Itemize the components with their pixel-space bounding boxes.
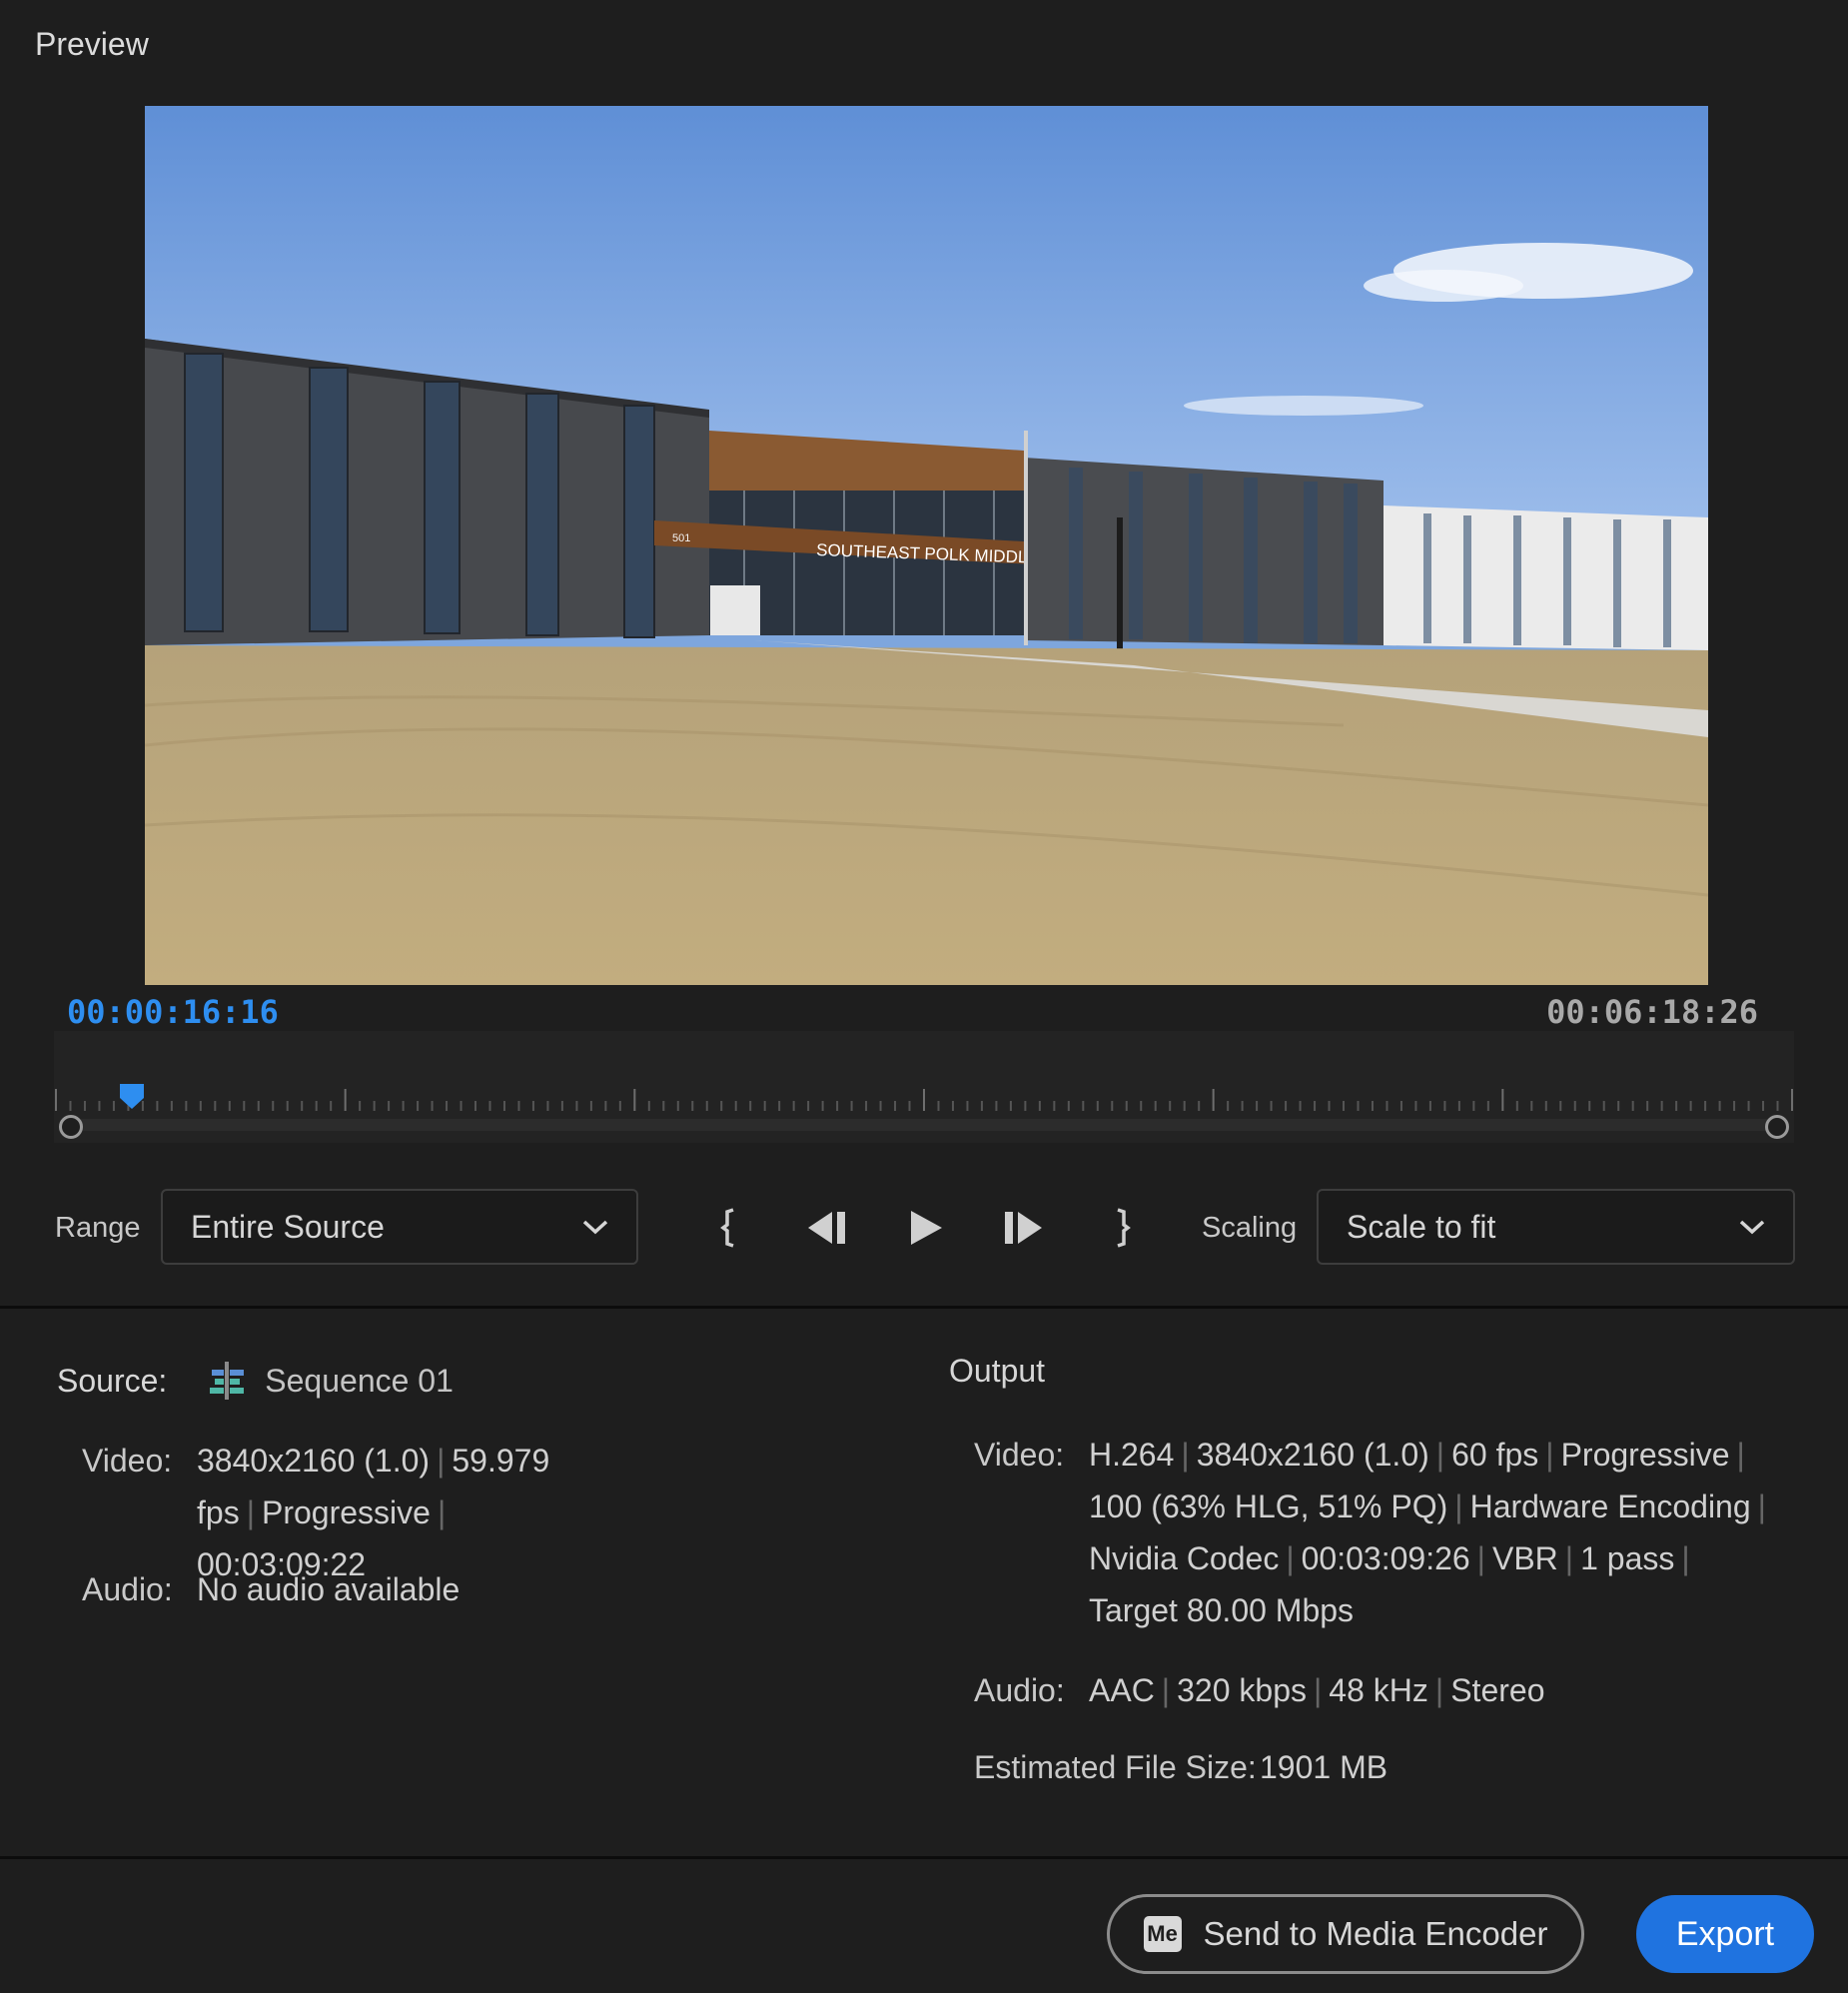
estimated-file-size-value: 1901 MB — [1260, 1749, 1388, 1785]
output-audio-samplerate: 48 kHz — [1329, 1672, 1428, 1708]
range-bar[interactable] — [64, 1119, 1784, 1131]
source-video-resolution: 3840x2160 (1.0) — [197, 1443, 431, 1479]
step-forward-button[interactable] — [994, 1193, 1054, 1263]
range-in-handle[interactable] — [59, 1115, 83, 1139]
building-number: 501 — [672, 532, 690, 544]
mark-out-button[interactable] — [1092, 1193, 1152, 1263]
export-button[interactable]: Export — [1636, 1895, 1814, 1973]
export-label: Export — [1675, 1914, 1775, 1953]
output-video-resolution: 3840x2160 (1.0) — [1196, 1437, 1429, 1473]
play-button[interactable] — [896, 1193, 956, 1263]
scaling-dropdown[interactable]: Scale to fit — [1317, 1189, 1795, 1265]
current-timecode[interactable]: 00:00:16:16 — [67, 993, 279, 1031]
send-to-media-encoder-button[interactable]: Me Send to Media Encoder — [1107, 1894, 1584, 1974]
output-video-target-bitrate: Target 80.00 Mbps — [1089, 1592, 1355, 1628]
source-audio-label: Audio: — [82, 1571, 173, 1607]
output-video-fps: 60 fps — [1451, 1437, 1539, 1473]
source-audio-details: No audio available — [197, 1571, 461, 1607]
output-video-duration: 00:03:09:26 — [1301, 1540, 1470, 1576]
output-audio-label: Audio: — [974, 1672, 1065, 1708]
range-dropdown[interactable]: Entire Source — [161, 1189, 638, 1265]
preview-frame: 501 SOUTHEAST POLK MIDDLE SCHOOL — [145, 106, 1708, 985]
mark-in-icon — [720, 1208, 734, 1248]
section-divider — [0, 1306, 1848, 1309]
sequence-icon — [210, 1362, 245, 1400]
output-video-codec: H.264 — [1089, 1437, 1175, 1473]
play-icon — [911, 1211, 942, 1245]
preview-image: 501 SOUTHEAST POLK MIDDLE SCHOOL — [145, 106, 1708, 985]
output-video-bitrate-mode: VBR — [1491, 1540, 1558, 1576]
output-video-encoding: Hardware Encoding — [1469, 1489, 1751, 1524]
duration-timecode: 00:06:18:26 — [1546, 993, 1758, 1031]
step-back-button[interactable] — [796, 1193, 856, 1263]
range-dropdown-value: Entire Source — [191, 1208, 385, 1245]
scaling-dropdown-value: Scale to fit — [1347, 1208, 1496, 1245]
timeline-ticks — [55, 1089, 1793, 1111]
output-audio-bitrate: 320 kbps — [1177, 1672, 1307, 1708]
output-video-quality: 100 (63% HLG, 51% PQ) — [1089, 1489, 1448, 1524]
output-video-label: Video: — [974, 1437, 1065, 1473]
footer-divider — [0, 1856, 1848, 1859]
source-heading: Source: Sequence 01 — [57, 1361, 454, 1401]
source-label: Source: — [57, 1362, 168, 1399]
output-video-scan: Progressive — [1560, 1437, 1730, 1473]
media-encoder-icon: Me — [1143, 1916, 1182, 1952]
output-video-details: H.264 | 3840x2160 (1.0) | 60 fps | Progressive… — [1089, 1437, 1766, 1628]
step-forward-icon — [1005, 1212, 1042, 1244]
source-name: Sequence 01 — [265, 1362, 454, 1399]
send-to-media-encoder-label: Send to Media Encoder — [1203, 1915, 1548, 1952]
output-audio-codec: AAC — [1089, 1672, 1155, 1708]
scaling-label: Scaling — [1202, 1212, 1298, 1244]
output-video-codec-vendor: Nvidia Codec — [1089, 1540, 1280, 1576]
chevron-down-icon — [1739, 1220, 1765, 1235]
panel-title: Preview — [35, 26, 149, 62]
step-back-icon — [808, 1212, 845, 1244]
timeline-scrubber[interactable] — [54, 1031, 1794, 1143]
source-video-scan: Progressive — [262, 1495, 431, 1530]
output-audio-channels: Stereo — [1450, 1672, 1545, 1708]
mark-out-icon — [1117, 1208, 1131, 1248]
range-out-handle[interactable] — [1765, 1115, 1789, 1139]
chevron-down-icon — [582, 1220, 608, 1235]
mark-in-button[interactable] — [699, 1193, 759, 1263]
estimated-file-size-label: Estimated File Size: — [974, 1749, 1257, 1785]
source-video-label: Video: — [82, 1443, 173, 1479]
output-audio-details: AAC | 320 kbps | 48 kHz | Stereo — [1089, 1672, 1545, 1708]
playhead-icon[interactable] — [118, 1082, 146, 1110]
range-label: Range — [55, 1212, 141, 1244]
output-video-passes: 1 pass — [1580, 1540, 1675, 1576]
output-heading: Output — [949, 1353, 1046, 1389]
